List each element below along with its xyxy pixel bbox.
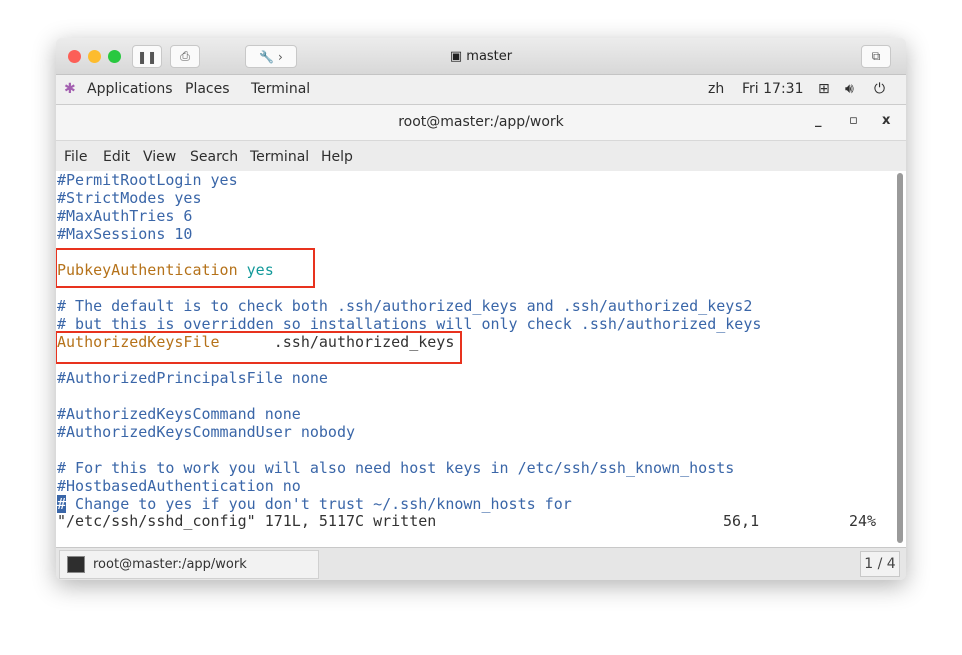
text-segment: #AuthorizedPrincipalsFile none [57,369,328,387]
text-segment: # The default is to check both .ssh/auth… [57,297,753,315]
terminal-line: #AuthorizedPrincipalsFile none [57,369,328,387]
places-menu[interactable]: Places [185,81,230,97]
minimize-window-button[interactable]: _ [815,113,822,128]
applications-icon: ✱ [64,81,76,97]
network-icon[interactable]: ⊞ [818,81,830,97]
scrollbar[interactable] [897,173,903,543]
terminal-content[interactable]: # Change to yes if you don't trust ~/.ss… [56,171,906,547]
taskbar-item-terminal[interactable]: root@master:/app/work [59,550,319,579]
maximize-window-button[interactable]: ▫ [849,113,858,128]
terminal-icon [67,556,85,573]
applications-menu[interactable]: Applications [87,81,173,97]
text-segment: #AuthorizedKeysCommand none [57,405,301,423]
menu-file[interactable]: File [64,149,87,165]
menu-search[interactable]: Search [190,149,238,165]
text-segment: #PermitRootLogin yes [57,171,238,189]
fullscreen-button[interactable]: ⧉ [861,45,891,68]
menu-view[interactable]: View [143,149,176,165]
terminal-line: #StrictModes yes [57,189,202,207]
cursor: # [57,495,67,513]
text-segment: #MaxSessions 10 [57,225,193,243]
vm-titlebar: ❚❚ ⎙ 🔧 › ▣ master ⧉ [56,38,906,75]
terminal-titlebar: root@master:/app/work _ ▫ x [56,105,906,141]
window-title: root@master:/app/work [398,114,564,130]
workspace-pager[interactable]: 1 / 4 [860,551,900,577]
terminal-line: #PermitRootLogin yes [57,171,238,189]
scroll-percent: 24% [849,512,877,530]
clock[interactable]: Fri 17:31 [742,81,803,97]
highlight-box-authorizedkeysfile [56,331,462,364]
text-segment: # For this to work you will also need ho… [57,459,735,477]
status-message: "/etc/ssh/sshd_config" 171L, 5117C writt… [57,512,437,530]
vm-title: ▣ master [449,49,513,64]
terminal-line: # Change to yes if you don't trust ~/.ss… [57,495,572,513]
cursor-position: 56,1 [723,512,760,530]
menu-edit[interactable]: Edit [103,149,130,165]
terminal-line: #AuthorizedKeysCommand none [57,405,301,423]
menu-bar: File Edit View Search Terminal Help [56,141,906,171]
terminal-line: #MaxAuthTries 6 [57,207,192,225]
power-icon[interactable]: ⏻ [874,81,885,97]
terminal-line: #MaxSessions 10 [57,225,192,243]
text-segment: #HostbasedAuthentication no [57,477,301,495]
gnome-top-bar: ✱ Applications Places Terminal zh Fri 17… [56,75,906,105]
taskbar: root@master:/app/work 1 / 4 [56,547,906,580]
text-segment: Change to yes if you don't trust ~/.ssh/… [66,495,572,513]
terminal-line: # For this to work you will also need ho… [57,459,734,477]
highlight-box-pubkey [56,248,315,288]
language-indicator[interactable]: zh [708,81,724,97]
volume-icon[interactable]: 🔊︎ [845,81,854,97]
vm-window: ❚❚ ⎙ 🔧 › ▣ master ⧉ ✱ Applications Place… [56,38,906,580]
text-segment: #MaxAuthTries 6 [57,207,193,225]
terminal-line: #HostbasedAuthentication no [57,477,301,495]
terminal-menu[interactable]: Terminal [251,81,310,97]
terminal-line: #AuthorizedKeysCommandUser nobody [57,423,355,441]
menu-help[interactable]: Help [321,149,353,165]
text-segment: #StrictModes yes [57,189,202,207]
close-window-button[interactable]: x [882,113,890,128]
document-icon: ▣ [449,49,467,64]
menu-terminal[interactable]: Terminal [250,149,309,165]
text-segment: #AuthorizedKeysCommandUser nobody [57,423,356,441]
terminal-line: # The default is to check both .ssh/auth… [57,297,752,315]
